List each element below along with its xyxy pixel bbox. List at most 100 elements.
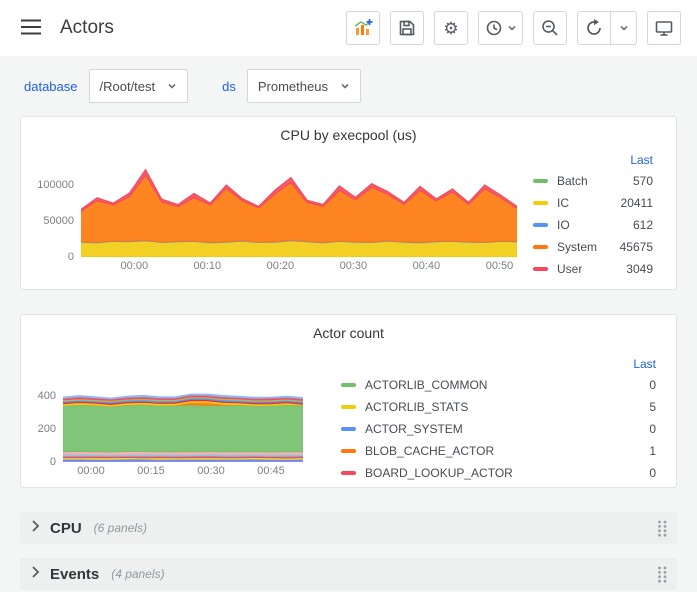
legend-row: User3049	[517, 258, 665, 280]
variable-group-database: database /Root/test	[24, 69, 188, 103]
legend-series-swatch	[533, 267, 548, 271]
x-tick-label: 00:15	[137, 465, 165, 477]
monitor-icon	[654, 18, 674, 38]
x-tick-label: 00:40	[413, 260, 441, 272]
legend-series-name[interactable]: IO	[557, 218, 609, 232]
dashboard-row-cpu[interactable]: CPU (6 panels)	[20, 512, 677, 544]
variable-value-ds: Prometheus	[258, 79, 328, 94]
legend-last-value: 0	[612, 466, 668, 480]
legend-series-name[interactable]: System	[557, 240, 609, 254]
legend-series-swatch	[533, 179, 548, 183]
x-tick-label: 00:45	[257, 465, 285, 477]
cycle-view-button[interactable]	[647, 11, 681, 45]
legend-last-value: 45675	[609, 240, 665, 254]
refresh-button[interactable]	[577, 11, 611, 45]
chevron-down-icon	[619, 23, 629, 33]
legend-row: ACTORLIB_STATS5	[325, 396, 668, 418]
dashboard-canvas: CPU by execpool (us) 050000100000 00:00 0…	[0, 108, 697, 590]
cpu-chart-y-axis: 050000100000	[29, 161, 81, 257]
legend-row: System45675	[517, 236, 665, 258]
x-tick-label: 00:30	[340, 260, 368, 272]
refresh-icon	[584, 18, 604, 38]
legend-series-swatch	[341, 427, 356, 431]
legend-last-header[interactable]: Last	[325, 355, 668, 374]
variable-select-database[interactable]: /Root/test	[89, 69, 189, 103]
legend-row: IO612	[517, 214, 665, 236]
legend-series-name[interactable]: Batch	[557, 174, 609, 188]
navbar: Actors ⚙	[0, 0, 697, 56]
variable-value-database: /Root/test	[100, 79, 156, 94]
legend-row: ACTOR_SYSTEM0	[325, 418, 668, 440]
legend-row: BOARD_LOOKUP_ACTOR0	[325, 462, 668, 484]
save-icon	[397, 18, 417, 38]
y-tick-label: 200	[38, 422, 56, 436]
actor-chart-legend: LastACTORLIB_COMMON0ACTORLIB_STATS5ACTOR…	[325, 355, 668, 484]
legend-series-name[interactable]: BOARD_LOOKUP_ACTOR	[365, 466, 612, 480]
chevron-right-icon	[28, 564, 42, 585]
panel-cpu-by-execpool: CPU by execpool (us) 050000100000 00:00 0…	[20, 116, 677, 290]
legend-series-swatch	[341, 449, 356, 453]
menu-toggle-button[interactable]	[16, 14, 46, 43]
legend-series-swatch	[341, 405, 356, 409]
zoom-out-button[interactable]	[533, 11, 567, 45]
variable-label-ds: ds	[222, 79, 236, 94]
drag-handle-icon[interactable]	[655, 519, 669, 538]
panel-actor-count: Actor count 0200400 00:0000:1500:3000:45…	[20, 314, 677, 488]
variable-group-ds: ds Prometheus	[222, 69, 361, 103]
chevron-down-icon	[167, 79, 177, 94]
y-tick-label: 50000	[43, 214, 74, 228]
x-tick-label: 00:30	[197, 465, 225, 477]
time-picker-button[interactable]	[478, 11, 523, 45]
hamburger-icon	[20, 18, 42, 39]
panel-title[interactable]: Actor count	[29, 321, 668, 345]
dashboard-settings-button[interactable]: ⚙	[434, 11, 468, 45]
x-tick-label: 00:00	[77, 465, 105, 477]
legend-series-name[interactable]: ACTORLIB_COMMON	[365, 378, 612, 392]
legend-row: Batch570	[517, 170, 665, 192]
actor-chart: 0200400 00:0000:1500:3000:45	[29, 369, 303, 484]
panel-title[interactable]: CPU by execpool (us)	[29, 123, 668, 147]
x-tick-label: 00:50	[486, 260, 514, 272]
zoom-out-icon	[540, 18, 560, 38]
legend-series-swatch	[533, 201, 548, 205]
drag-handle-icon[interactable]	[655, 565, 669, 584]
x-tick-label: 00:10	[194, 260, 222, 272]
chevron-down-icon	[507, 23, 517, 33]
legend-last-value: 5	[612, 400, 668, 414]
legend-series-name[interactable]: User	[557, 262, 609, 276]
legend-series-swatch	[341, 383, 356, 387]
save-dashboard-button[interactable]	[390, 11, 424, 45]
add-panel-icon	[353, 18, 373, 38]
chevron-right-icon	[28, 518, 42, 539]
variable-select-ds[interactable]: Prometheus	[247, 69, 361, 103]
legend-series-name[interactable]: ACTORLIB_STATS	[365, 400, 612, 414]
add-panel-button[interactable]	[346, 11, 380, 45]
cpu-chart-legend: LastBatch570IC20411IO612System45675User3…	[517, 151, 665, 280]
series-area-System	[81, 175, 517, 242]
dashboard-row-events[interactable]: Events (4 panels)	[20, 558, 677, 590]
legend-row: BLOB_CACHE_ACTOR1	[325, 440, 668, 462]
toolbar: ⚙	[346, 11, 681, 45]
row-panel-count: (4 panels)	[111, 567, 164, 581]
row-title[interactable]: CPU	[50, 520, 82, 537]
legend-series-name[interactable]: ACTOR_SYSTEM	[365, 422, 612, 436]
legend-row: IC20411	[517, 192, 665, 214]
legend-last-value: 20411	[609, 196, 665, 210]
refresh-interval-button[interactable]	[611, 11, 637, 45]
row-title[interactable]: Events	[50, 566, 99, 583]
legend-last-header[interactable]: Last	[517, 151, 665, 170]
legend-row: ACTORLIB_COMMON0	[325, 374, 668, 396]
actor-chart-canvas[interactable]	[63, 369, 303, 462]
x-tick-label: 00:00	[121, 260, 149, 272]
page-title: Actors	[60, 17, 114, 39]
cpu-chart-canvas[interactable]	[81, 161, 517, 257]
legend-series-name[interactable]: IC	[557, 196, 609, 210]
legend-last-value: 570	[609, 174, 665, 188]
refresh-button-group	[577, 11, 637, 45]
y-tick-label: 0	[50, 455, 56, 469]
legend-last-value: 1	[612, 444, 668, 458]
cpu-chart: 050000100000 00:0000:1000:2000:3000:4000…	[29, 161, 517, 280]
legend-last-value: 0	[612, 378, 668, 392]
variable-label-database: database	[24, 79, 78, 94]
legend-series-name[interactable]: BLOB_CACHE_ACTOR	[365, 444, 612, 458]
